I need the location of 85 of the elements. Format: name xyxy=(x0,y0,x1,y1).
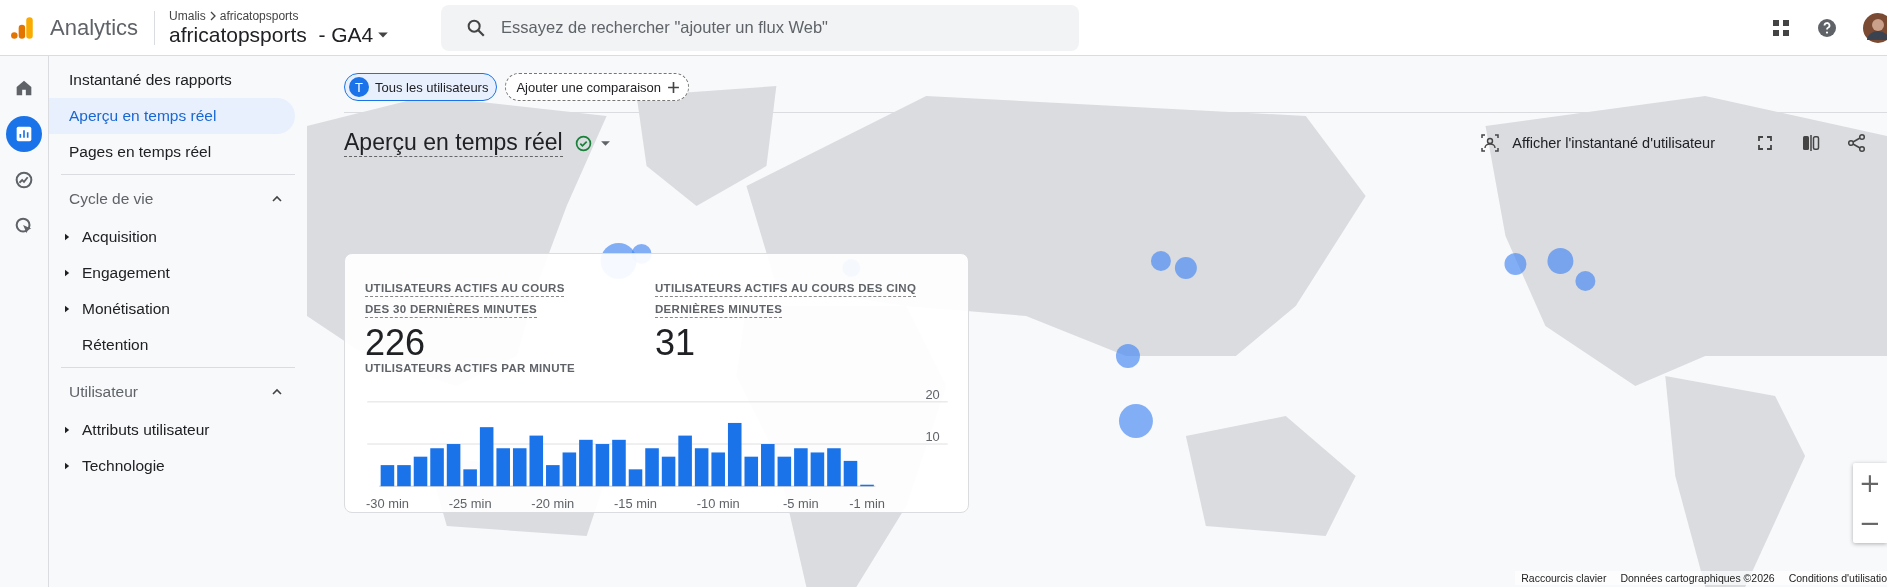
chart-bar xyxy=(678,435,692,487)
section-header[interactable]: Utilisateur xyxy=(49,372,295,412)
chart-bar xyxy=(479,427,494,487)
zoom-out-button[interactable]: − xyxy=(1853,503,1887,543)
axis-label: -10 min xyxy=(696,496,740,512)
chart-bar xyxy=(694,448,709,487)
metric-value: 226 xyxy=(365,324,427,362)
chart-bar xyxy=(446,444,461,487)
chart-bar xyxy=(463,469,477,487)
plus-icon xyxy=(667,80,680,94)
chart-bar xyxy=(661,456,676,487)
chart-bar xyxy=(562,452,577,487)
chart-bar xyxy=(512,448,527,487)
check-circle-icon xyxy=(574,134,592,152)
chart-bar xyxy=(777,456,792,487)
chart-bar xyxy=(546,465,560,487)
axis-label: 20 xyxy=(925,386,940,402)
compare-columns-icon[interactable] xyxy=(1801,133,1821,153)
map-footer-link[interactable]: Données cartographiques ©2026 xyxy=(1620,572,1775,584)
axis-label: -5 min xyxy=(783,496,819,512)
sidebar-item[interactable]: Pages en temps réel xyxy=(49,134,295,170)
help-icon[interactable] xyxy=(1817,17,1837,38)
chart-bar xyxy=(794,448,808,487)
sidebar-item[interactable]: Attributs utilisateur xyxy=(82,421,210,439)
metric-value: 31 xyxy=(655,324,697,362)
chart-bar xyxy=(711,452,725,487)
reports-icon[interactable] xyxy=(6,116,42,152)
sidebar-item[interactable]: Rétention xyxy=(82,336,149,354)
expand-arrow-icon[interactable] xyxy=(65,462,70,470)
sidebar-item[interactable]: Engagement xyxy=(82,264,170,282)
chart-bar xyxy=(397,465,411,487)
axis-label: -1 min xyxy=(849,496,885,512)
sidebar-item[interactable]: Acquisition xyxy=(82,228,157,246)
axis-label: -20 min xyxy=(531,496,575,512)
chart-bar xyxy=(612,439,626,487)
chart-bar xyxy=(579,439,593,487)
chart-bar xyxy=(413,456,428,487)
property-link[interactable]: africatopsports xyxy=(219,8,299,23)
report-title: Aperçu en temps réel xyxy=(344,129,563,157)
fullscreen-icon[interactable] xyxy=(1755,133,1775,153)
sidebar-item[interactable]: Aperçu en temps réel xyxy=(49,98,295,134)
chart-bar xyxy=(843,460,858,487)
chart-title: UTILISATEURS ACTIFS PAR MINUTE xyxy=(365,362,577,374)
chart-bar xyxy=(761,444,775,487)
chart-bar xyxy=(595,444,610,487)
chart-bar xyxy=(827,448,841,487)
expand-arrow-icon[interactable] xyxy=(65,426,70,434)
search-field[interactable]: Essayez de rechercher "ajouter un flux Web" xyxy=(441,4,1080,51)
metric-label: UTILISATEURS ACTIFS AU COURS DES CINQ DERNIÈRES MINUTES xyxy=(655,281,917,317)
user-frame-icon xyxy=(1480,133,1501,153)
chart-bar xyxy=(860,484,874,487)
section-header[interactable]: Cycle de vie xyxy=(49,179,295,219)
chart-bar xyxy=(380,465,395,487)
app-name: Analytics xyxy=(50,14,139,41)
expand-arrow-icon[interactable] xyxy=(65,305,70,313)
axis-label: -25 min xyxy=(448,496,492,512)
user-snapshot-button[interactable]: Afficher l'instantané d'utilisateur xyxy=(1480,133,1715,153)
segment-chip[interactable]: T Tous les utilisateurs xyxy=(344,73,498,101)
apps-grid-icon[interactable] xyxy=(1771,17,1791,38)
expand-arrow-icon[interactable] xyxy=(65,233,70,241)
avatar-icon[interactable] xyxy=(1863,12,1887,43)
axis-label: -15 min xyxy=(614,496,657,512)
chart-bar xyxy=(645,448,659,487)
chart-bar xyxy=(628,469,643,487)
add-comparison-button[interactable]: Ajouter une comparaison xyxy=(505,73,689,101)
chart-bar xyxy=(810,452,825,487)
chart-bar xyxy=(529,435,544,487)
chart-bar xyxy=(744,456,759,487)
expand-arrow-icon[interactable] xyxy=(65,269,70,277)
share-icon[interactable] xyxy=(1847,133,1867,153)
axis-label: 10 xyxy=(925,429,940,445)
chart-bar xyxy=(430,448,444,487)
map-footer-link[interactable]: Conditions d'utilisatio xyxy=(1788,572,1887,584)
property-selector[interactable]: africatopsports - GA4 xyxy=(169,22,440,47)
account-link[interactable]: Umalis xyxy=(169,8,206,23)
axis-label: -30 min xyxy=(365,496,409,512)
chart-bar xyxy=(496,448,510,487)
sidebar-item[interactable]: Technologie xyxy=(82,457,165,475)
metric-label: UTILISATEURS ACTIFS AU COURS DES 30 DERNIÈRES MINUTES xyxy=(365,281,566,317)
zoom-in-button[interactable]: + xyxy=(1853,463,1887,503)
analytics-logo-icon xyxy=(10,14,36,41)
chart-bar xyxy=(727,422,742,487)
sidebar-item[interactable]: Instantané des rapports xyxy=(49,62,295,98)
map-footer-link[interactable]: Raccourcis clavier xyxy=(1521,572,1607,584)
sidebar-item[interactable]: Monétisation xyxy=(82,300,170,318)
